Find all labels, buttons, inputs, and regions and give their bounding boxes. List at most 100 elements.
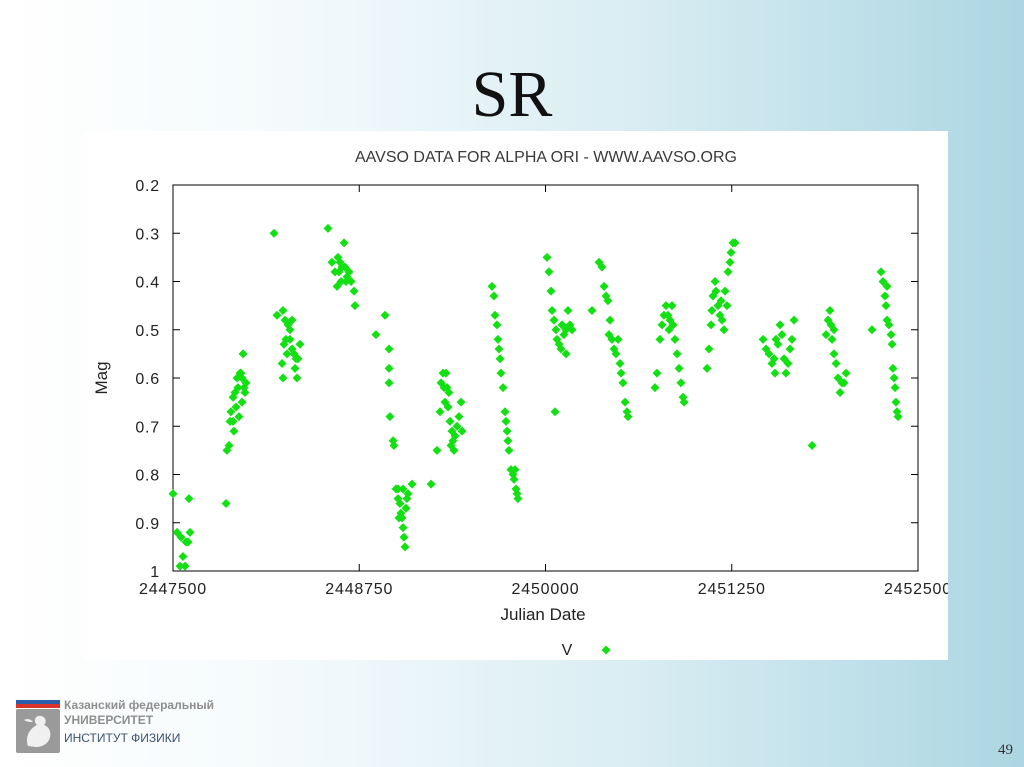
data-point (775, 320, 785, 330)
data-point (616, 368, 626, 378)
data-point (825, 305, 835, 315)
y-tick-label: 0.5 (135, 323, 160, 340)
legend: V (562, 642, 611, 659)
data-point (706, 320, 716, 330)
legend-label: V (562, 642, 573, 659)
data-point (657, 320, 667, 330)
data-point (492, 320, 502, 330)
data-point (667, 301, 677, 311)
data-point (563, 305, 573, 315)
data-point (704, 344, 714, 354)
data-point (719, 325, 729, 335)
data-point (502, 426, 512, 436)
chart-title: AAVSO DATA FOR ALPHA ORI - WWW.AAVSO.ORG (355, 149, 737, 166)
y-tick-label: 1 (150, 564, 160, 581)
data-point (880, 291, 890, 301)
axis-tick-labels: 2447500 2448750 2450000 2451250 2452500 0.2 0.… (135, 178, 948, 598)
data-point (620, 397, 630, 407)
data-point (229, 426, 239, 436)
y-tick-label: 0.4 (135, 275, 160, 292)
data-point (494, 344, 504, 354)
data-point (587, 305, 597, 315)
y-tick-label: 0.3 (135, 226, 160, 243)
logo-university-line2: УНИВЕРСИТЕТ (64, 713, 154, 727)
data-point (292, 373, 302, 383)
logo-institute-line: ИНСТИТУТ ФИЗИКИ (64, 731, 181, 745)
data-point (432, 445, 442, 455)
data-point (835, 387, 845, 397)
data-point (495, 354, 505, 364)
y-tick-label: 0.9 (135, 516, 160, 533)
logo-university-line1: Казанский федеральный (64, 698, 214, 712)
data-point (290, 363, 300, 373)
y-tick-label: 0.6 (135, 371, 160, 388)
data-point (551, 325, 561, 335)
data-point (888, 363, 898, 373)
data-point (613, 334, 623, 344)
x-tick-label: 2452500 (884, 581, 948, 598)
data-point (407, 479, 417, 489)
data-point (723, 267, 733, 277)
logo-blue-stripe (16, 700, 60, 704)
data-point (807, 441, 817, 451)
data-point (371, 330, 381, 340)
slide-title: SR (471, 58, 553, 131)
data-point (384, 378, 394, 388)
data-point (881, 301, 891, 311)
kfu-emblem-icon (16, 700, 60, 753)
data-point (349, 286, 359, 296)
data-point (323, 223, 333, 233)
data-point (398, 523, 408, 533)
data-point (498, 383, 508, 393)
data-point (400, 542, 410, 552)
data-point (549, 315, 559, 325)
data-point (676, 378, 686, 388)
page-number: 49 (998, 742, 1013, 758)
data-point (185, 527, 195, 537)
y-tick-label: 0.7 (135, 419, 160, 436)
data-point (547, 305, 557, 315)
x-tick-label: 2448750 (325, 581, 393, 598)
data-point (672, 349, 682, 359)
data-point (221, 498, 231, 508)
university-logo: Казанский федеральный УНИВЕРСИТЕТ ИНСТИТ… (15, 698, 215, 754)
data-point (385, 412, 395, 422)
data-point (674, 363, 684, 373)
data-point (269, 228, 279, 238)
chart-image: AAVSO DATA FOR ALPHA ORI - WWW.AAVSO.ORG… (85, 131, 948, 660)
data-point (599, 281, 609, 291)
data-point (500, 407, 510, 417)
data-point (380, 310, 390, 320)
x-axis-label: Julian Date (500, 605, 585, 624)
data-point (889, 373, 899, 383)
data-point (544, 267, 554, 277)
data-point (175, 561, 185, 571)
data-point (542, 252, 552, 262)
data-point (384, 363, 394, 373)
data-point (178, 552, 188, 562)
data-point (426, 479, 436, 489)
light-curve-chart: AAVSO DATA FOR ALPHA ORI - WWW.AAVSO.ORG… (92, 149, 948, 659)
data-point (278, 373, 288, 383)
data-point (550, 407, 560, 417)
data-point (295, 339, 305, 349)
data-point (435, 407, 445, 417)
data-point (758, 334, 768, 344)
data-point (496, 368, 506, 378)
data-point (829, 349, 839, 359)
data-point (707, 305, 717, 315)
data-point (445, 416, 455, 426)
data-point (501, 416, 511, 426)
data-point (238, 349, 248, 359)
data-point (487, 281, 497, 291)
data-point (456, 397, 466, 407)
data-point (702, 363, 712, 373)
y-tick-label: 0.8 (135, 468, 160, 485)
data-point (787, 334, 797, 344)
data-point (652, 368, 662, 378)
data-point (670, 334, 680, 344)
data-point (504, 445, 514, 455)
data-point (831, 359, 841, 369)
data-point (891, 397, 901, 407)
data-point (454, 412, 464, 422)
